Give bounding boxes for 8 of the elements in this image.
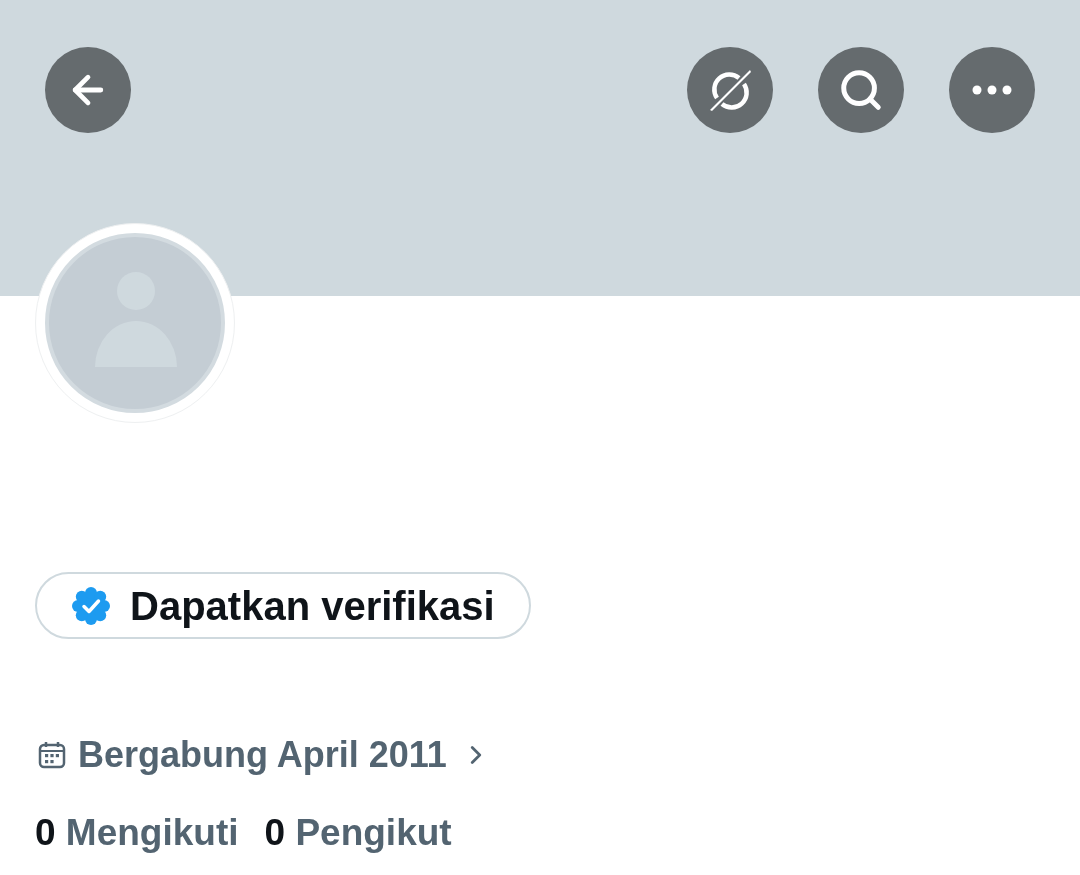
verified-badge-icon	[72, 586, 110, 625]
more-icon	[972, 85, 1012, 95]
stat-link[interactable]: 0 Pengikut	[264, 812, 452, 854]
calendar-icon	[38, 741, 66, 769]
join-date-button[interactable]: Bergabung April 2011	[38, 734, 491, 776]
search-icon	[838, 67, 884, 113]
stat-link[interactable]: 0 Mengikuti	[35, 812, 239, 854]
get-verified-button[interactable]: Dapatkan verifikasi	[35, 572, 531, 639]
